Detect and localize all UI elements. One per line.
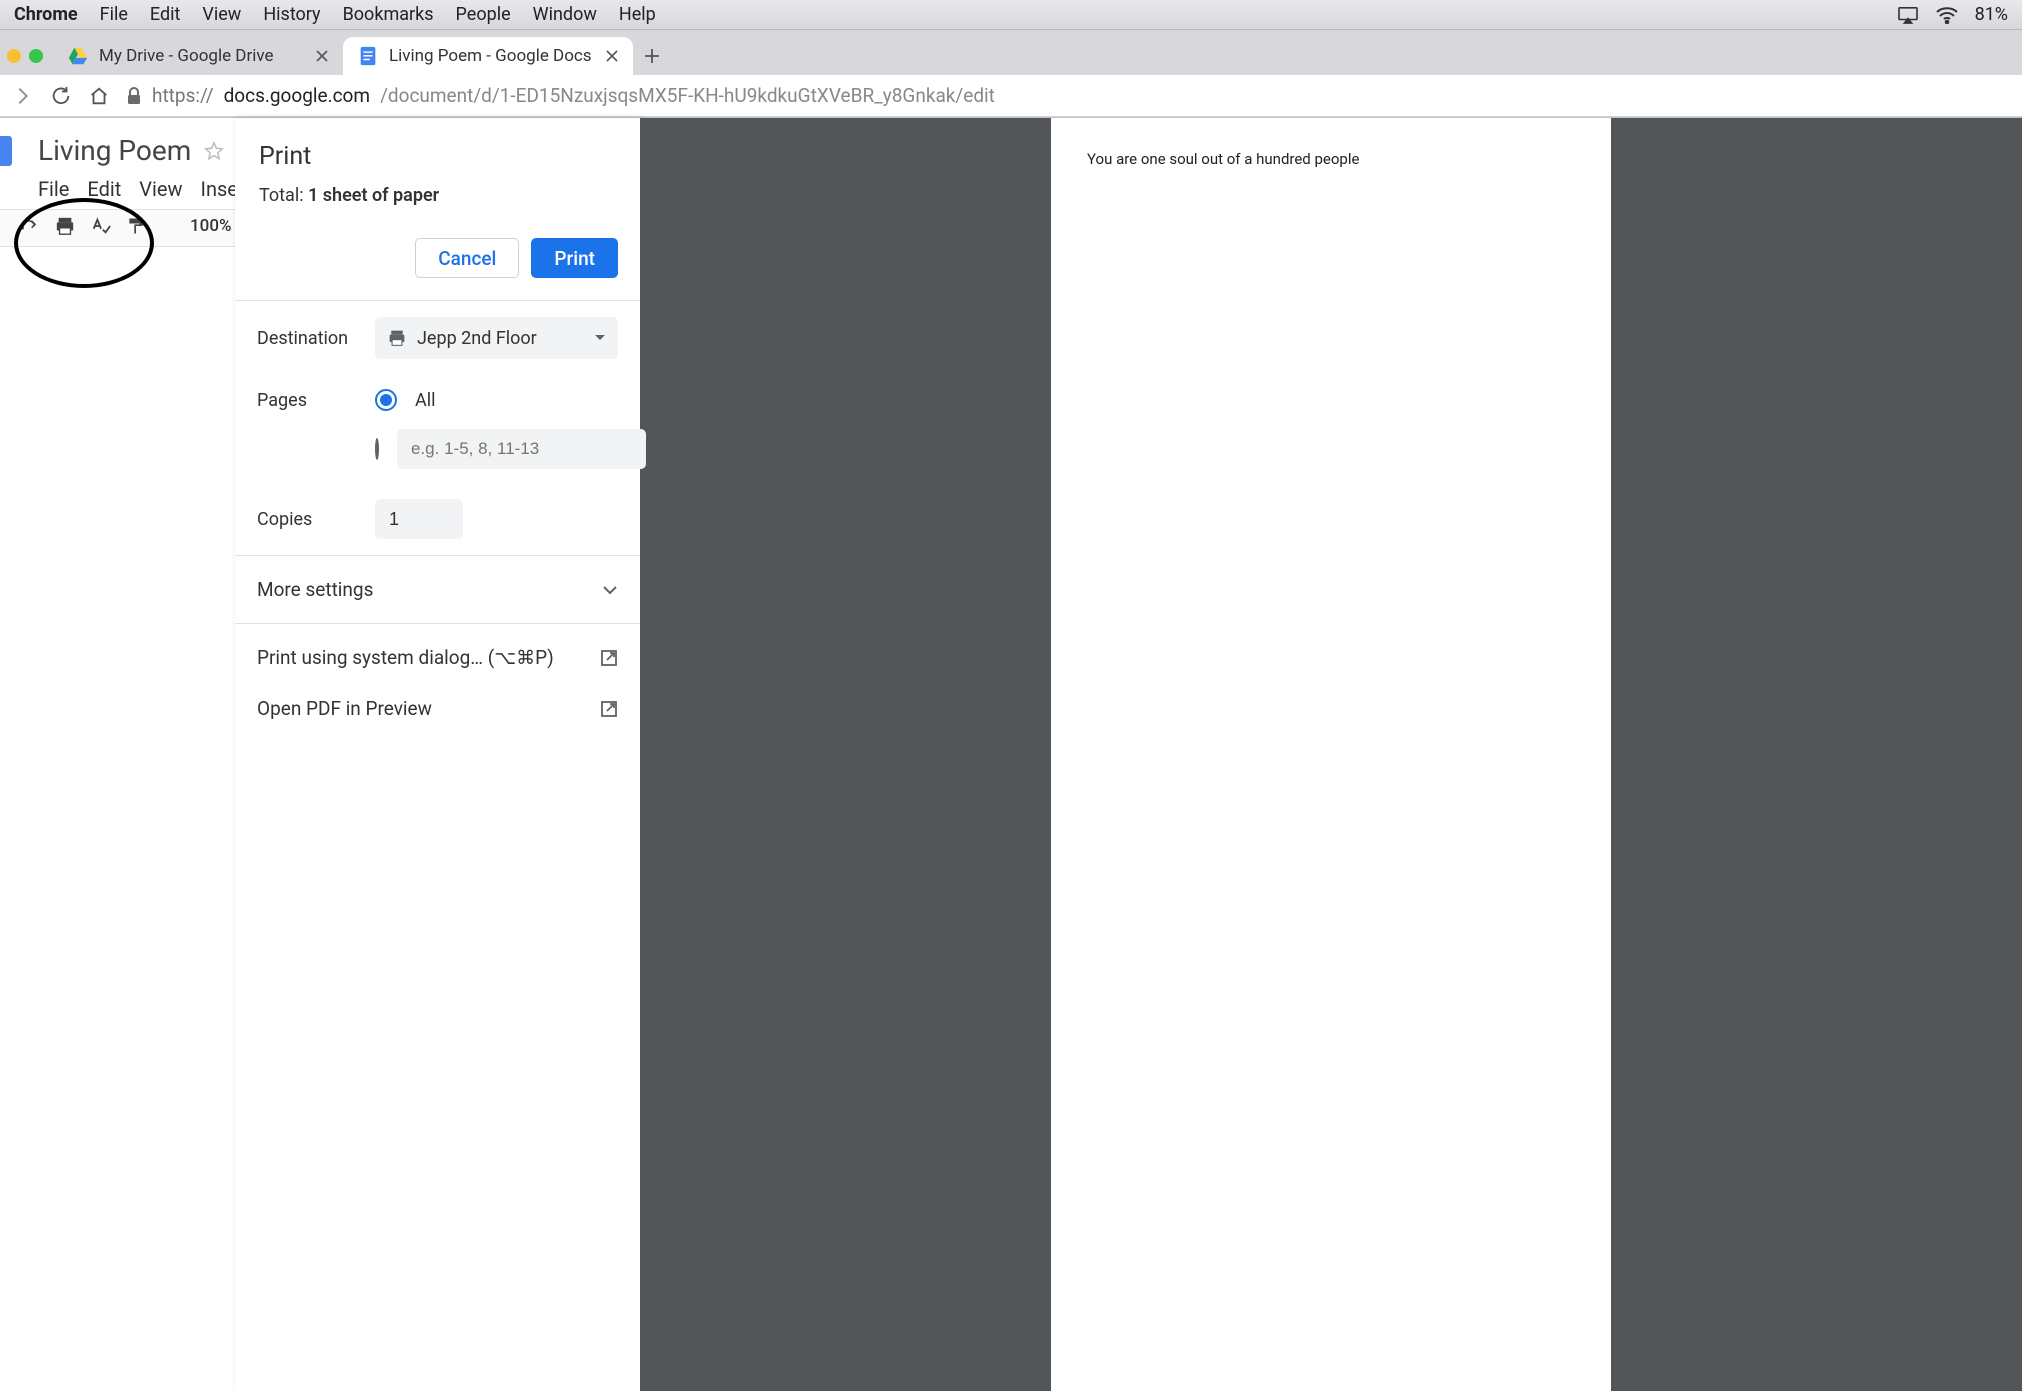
tab-drive-title: My Drive - Google Drive [99,46,274,66]
menu-view[interactable]: View [202,4,241,25]
battery-percent: 81% [1975,4,2008,25]
pages-label: Pages [257,390,375,411]
open-pdf-label: Open PDF in Preview [257,697,432,720]
destination-row: Destination Jepp 2nd Floor [257,317,618,359]
url-host: docs.google.com [224,84,370,107]
spellcheck-icon[interactable] [90,216,112,236]
lock-icon [126,87,142,105]
star-icon[interactable] [203,140,225,162]
menu-people[interactable]: People [456,4,511,25]
open-pdf-link[interactable]: Open PDF in Preview [235,691,640,742]
docs-toolbar: 100% [0,209,235,247]
url-path: /document/d/1-ED15NzuxjsqsMX5F-KH-hU9kdk… [380,84,995,107]
menu-window[interactable]: Window [533,4,597,25]
print-dialog: Print Total: 1 sheet of paper Cancel Pri… [235,118,2022,1391]
docs-menu-insert[interactable]: Inse [201,177,238,201]
airplay-icon[interactable] [1897,6,1919,24]
print-sidebar: Print Total: 1 sheet of paper Cancel Pri… [235,118,640,1391]
print-button[interactable]: Print [531,238,618,278]
paint-format-icon[interactable] [126,216,146,236]
home-icon[interactable] [88,85,110,107]
docs-visible-slice: Living Poem File Edit View Inse 100 [0,118,235,247]
zoom-level[interactable]: 100% [190,216,232,236]
print-total-prefix: Total: [259,185,308,206]
new-tab-button[interactable] [633,37,671,75]
minimize-light[interactable] [7,49,21,63]
docs-shell: Living Poem File Edit View Inse 100 [0,118,2022,1391]
close-icon[interactable] [605,49,619,63]
tab-docs[interactable]: Living Poem - Google Docs [343,37,633,75]
menu-edit[interactable]: Edit [150,4,180,25]
menu-file[interactable]: File [100,4,128,25]
close-icon[interactable] [315,49,329,63]
forward-icon[interactable] [12,85,34,107]
document-title[interactable]: Living Poem [38,134,191,167]
drive-icon [67,45,89,67]
pages-all-radio[interactable] [375,389,397,411]
wifi-icon[interactable] [1935,6,1959,24]
system-dialog-link[interactable]: Print using system dialog… (⌥⌘P) [235,623,640,691]
tab-drive[interactable]: My Drive - Google Drive [53,37,343,75]
url-proto: https:// [152,84,214,107]
preview-page: You are one soul out of a hundred people [1051,118,1611,1391]
menu-bookmarks[interactable]: Bookmarks [343,4,434,25]
pages-range-input[interactable] [397,429,646,469]
system-dialog-label: Print using system dialog… (⌥⌘P) [257,646,554,669]
preview-text: You are one soul out of a hundred people [1087,150,1575,168]
more-settings-label: More settings [257,578,373,601]
url-display[interactable]: https:// docs.google.com/document/d/1-ED1… [126,84,995,107]
destination-value: Jepp 2nd Floor [417,328,537,349]
cancel-button[interactable]: Cancel [415,238,519,278]
mac-menubar: Chrome File Edit View History Bookmarks … [0,0,2022,30]
docs-menu-file[interactable]: File [38,177,69,201]
copies-label: Copies [257,509,375,530]
tab-strip: My Drive - Google Drive Living Poem - Go… [0,30,2022,75]
printer-icon [387,329,407,347]
chevron-down-icon [594,334,606,342]
docs-icon [357,45,379,67]
copies-row: Copies [257,499,618,539]
menu-history[interactable]: History [263,4,320,25]
menu-help[interactable]: Help [619,4,656,25]
chevron-down-icon [602,585,618,595]
window-controls[interactable] [5,49,53,75]
zoom-light[interactable] [29,49,43,63]
tab-docs-title: Living Poem - Google Docs [389,46,592,66]
external-link-icon [600,700,618,718]
more-settings[interactable]: More settings [235,555,640,623]
pages-all-label: All [415,390,436,411]
pages-custom-radio[interactable] [375,438,379,460]
menubar-app[interactable]: Chrome [14,4,78,25]
docs-logo-icon[interactable] [0,136,12,166]
print-title: Print [259,142,616,171]
docs-menu-view[interactable]: View [139,177,182,201]
pages-group: Pages All [257,389,618,469]
address-bar: https:// docs.google.com/document/d/1-ED1… [0,75,2022,117]
destination-select[interactable]: Jepp 2nd Floor [375,317,618,359]
reload-icon[interactable] [50,85,72,107]
print-preview: You are one soul out of a hundred people [640,118,2022,1391]
browser-chrome: My Drive - Google Drive Living Poem - Go… [0,30,2022,118]
external-link-icon [600,649,618,667]
print-total: Total: 1 sheet of paper [259,185,616,206]
print-total-value: 1 sheet of paper [308,185,439,206]
copies-input[interactable] [375,499,463,539]
destination-label: Destination [257,328,375,349]
docs-menu-edit[interactable]: Edit [87,177,121,201]
print-icon[interactable] [54,216,76,236]
redo-icon[interactable] [20,217,40,235]
